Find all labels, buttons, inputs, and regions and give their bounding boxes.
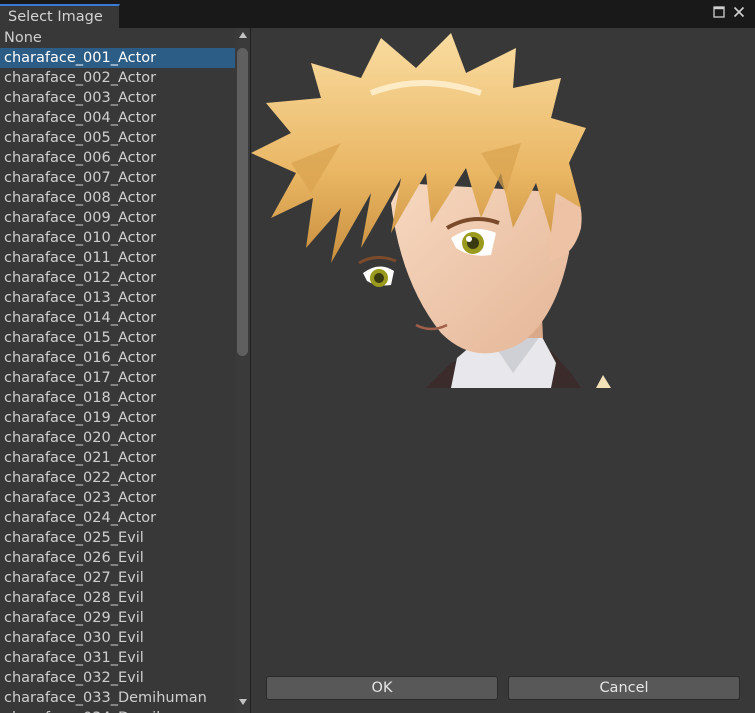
scrollbar-thumb[interactable] — [237, 48, 248, 356]
list-item[interactable]: charaface_006_Actor — [0, 148, 235, 168]
list-item[interactable]: charaface_025_Evil — [0, 528, 235, 548]
list-item[interactable]: charaface_019_Actor — [0, 408, 235, 428]
list-item[interactable]: charaface_002_Actor — [0, 68, 235, 88]
list-item[interactable]: charaface_007_Actor — [0, 168, 235, 188]
list-item[interactable]: charaface_027_Evil — [0, 568, 235, 588]
image-list-pane: None charaface_001_Actor charaface_002_Act… — [0, 28, 251, 713]
image-preview-pane: OK Cancel — [251, 28, 755, 713]
list-item[interactable]: charaface_014_Actor — [0, 308, 235, 328]
list-item[interactable]: charaface_015_Actor — [0, 328, 235, 348]
list-item[interactable]: charaface_017_Actor — [0, 368, 235, 388]
list-item[interactable]: charaface_003_Actor — [0, 88, 235, 108]
close-icon[interactable] — [733, 6, 749, 22]
list-item[interactable]: charaface_031_Evil — [0, 648, 235, 668]
list-item-selected[interactable]: charaface_001_Actor — [0, 48, 235, 68]
list-item[interactable]: charaface_030_Evil — [0, 628, 235, 648]
title-bar: Select Image — [0, 0, 755, 28]
list-item[interactable]: charaface_029_Evil — [0, 608, 235, 628]
window-tab[interactable]: Select Image — [0, 4, 120, 28]
list-item[interactable]: charaface_021_Actor — [0, 448, 235, 468]
list-item[interactable]: charaface_013_Actor — [0, 288, 235, 308]
list-item[interactable]: charaface_032_Evil — [0, 668, 235, 688]
list-item[interactable]: charaface_011_Actor — [0, 248, 235, 268]
maximize-icon[interactable] — [713, 6, 729, 22]
list-item[interactable]: charaface_024_Actor — [0, 508, 235, 528]
list-item[interactable]: charaface_026_Evil — [0, 548, 235, 568]
list-item[interactable]: charaface_009_Actor — [0, 208, 235, 228]
list-item[interactable]: charaface_022_Actor — [0, 468, 235, 488]
character-portrait — [251, 33, 611, 388]
list-item[interactable]: None — [0, 28, 235, 48]
ok-button[interactable]: OK — [266, 676, 498, 700]
cancel-button[interactable]: Cancel — [508, 676, 740, 700]
list-item[interactable]: charaface_008_Actor — [0, 188, 235, 208]
list-item[interactable]: charaface_004_Actor — [0, 108, 235, 128]
list-item[interactable]: charaface_034_Demihuman — [0, 708, 235, 713]
list-item[interactable]: charaface_023_Actor — [0, 488, 235, 508]
list-item[interactable]: charaface_005_Actor — [0, 128, 235, 148]
window-title: Select Image — [8, 9, 103, 25]
scroll-down-icon[interactable] — [235, 696, 250, 710]
list-item[interactable]: charaface_010_Actor — [0, 228, 235, 248]
list-item[interactable]: charaface_033_Demihuman — [0, 688, 235, 708]
list-item[interactable]: charaface_016_Actor — [0, 348, 235, 368]
list-item[interactable]: charaface_028_Evil — [0, 588, 235, 608]
list-item[interactable]: charaface_020_Actor — [0, 428, 235, 448]
list-item[interactable]: charaface_018_Actor — [0, 388, 235, 408]
image-list[interactable]: None charaface_001_Actor charaface_002_Act… — [0, 28, 235, 713]
scroll-up-icon[interactable] — [235, 29, 250, 43]
list-item[interactable]: charaface_012_Actor — [0, 268, 235, 288]
list-scrollbar[interactable] — [235, 28, 250, 713]
